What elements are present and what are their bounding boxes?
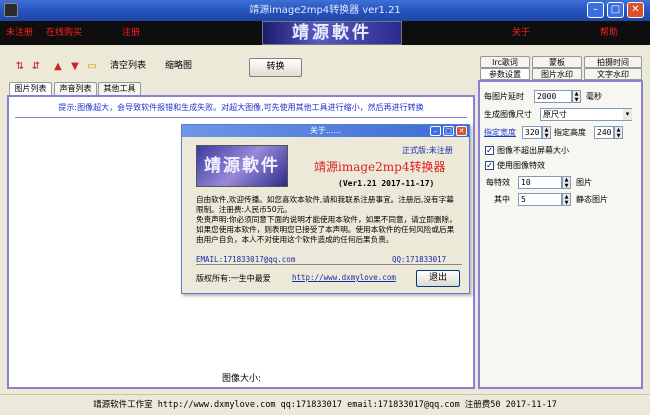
per-effect-spinner[interactable]: ▲ ▼ xyxy=(562,176,571,189)
maximize-button[interactable]: □ xyxy=(607,2,624,18)
among-spinner[interactable]: ▲ ▼ xyxy=(562,193,571,206)
delay-input[interactable]: 2000 xyxy=(534,90,572,103)
hint-text: 提示:图像超大，会导致软件报错和生成失败。对超大图像,可先使用其他工具进行缩小，… xyxy=(58,103,424,112)
status-text: 靖源软件工作室 http://www.dxmylove.com qq:17183… xyxy=(93,400,557,410)
app-name: 靖源image2mp4转换器 xyxy=(314,160,446,174)
among-label: 其中 xyxy=(494,195,510,204)
tab-image-list[interactable]: 图片列表 xyxy=(9,82,52,95)
settings-panel: 每图片延时 2000 ▲ ▼ 毫秒 生成图像尺寸 原尺寸 ▾ 指定宽度 320 ▲… xyxy=(478,80,643,389)
clear-list-button[interactable]: 清空列表 xyxy=(110,59,146,73)
status-bar: 靖源软件工作室 http://www.dxmylove.com qq:17183… xyxy=(0,394,650,414)
height-label: 指定高度 xyxy=(554,128,586,137)
convert-button[interactable]: 转换 xyxy=(249,58,302,77)
dialog-title-bar: 关于...... – □ ✕ xyxy=(182,125,469,137)
exit-button[interactable]: 退出 xyxy=(416,270,460,287)
version-status: 正式版:未注册 xyxy=(402,146,453,155)
brand-logo: 靖源軟件 xyxy=(262,21,402,45)
per-effect-input[interactable]: 10 xyxy=(518,176,562,189)
dialog-maximize-button[interactable]: □ xyxy=(443,126,454,136)
height-input[interactable]: 240 xyxy=(594,126,614,139)
about-link[interactable]: 关于 xyxy=(512,25,530,41)
per-effect-label: 每特效 xyxy=(486,178,510,187)
title-bar: 靖源image2mp4转换器 ver1.21 – □ ✕ xyxy=(0,0,650,21)
chevron-down-icon[interactable]: ▾ xyxy=(623,109,632,120)
folder-icon[interactable]: ▭ xyxy=(86,61,98,73)
among-input[interactable]: 5 xyxy=(518,193,562,206)
size-label: 生成图像尺寸 xyxy=(484,110,532,119)
copyright-text: 版权所有:一生中最爱 xyxy=(196,274,271,283)
height-spinner[interactable]: ▲ ▼ xyxy=(614,126,623,139)
delay-label: 每图片延时 xyxy=(484,92,524,101)
tab-other-tools[interactable]: 其他工具 xyxy=(98,82,141,95)
app-version: (Ver1.21 2017-11-17) xyxy=(338,179,435,188)
unregistered-label: 未注册 xyxy=(6,28,34,38)
width-spinner[interactable]: ▲ ▼ xyxy=(542,126,551,139)
dialog-logo: 靖源軟件 xyxy=(196,145,288,187)
buy-online-link[interactable]: 在线购买 xyxy=(46,25,82,41)
delay-spinner[interactable]: ▲ ▼ xyxy=(572,90,581,103)
no-exceed-checkbox[interactable]: ✓ xyxy=(485,146,494,155)
size-select[interactable]: 原尺寸 xyxy=(540,108,632,121)
tab-mask[interactable]: 蒙板 xyxy=(532,56,582,68)
delay-unit: 毫秒 xyxy=(586,92,602,101)
tab-parameters[interactable]: 参数设置 xyxy=(480,68,530,80)
dialog-body-text: 自由软件,欢迎传播。如您喜欢本软件,请和我联系注册事宜。注册后,没有字幕限制。注… xyxy=(196,195,457,244)
divider xyxy=(15,117,467,118)
among-unit: 静态图片 xyxy=(576,195,608,204)
image-size-label: 图像大小: xyxy=(222,374,262,384)
tab-text-watermark[interactable]: 文字水印 xyxy=(584,68,642,80)
dialog-title: 关于...... xyxy=(309,126,342,135)
width-label[interactable]: 指定宽度 xyxy=(484,126,516,140)
dialog-qq: QQ:171833017 xyxy=(392,255,447,264)
thumbnails-button[interactable]: 缩略图 xyxy=(165,59,192,73)
tab-shoot-time[interactable]: 拍摄时间 xyxy=(584,56,642,68)
tab-image-watermark[interactable]: 图片水印 xyxy=(532,68,582,80)
per-effect-unit: 图片 xyxy=(576,178,592,187)
about-dialog: 关于...... – □ ✕ 正式版:未注册 靖源軟件 靖源image2mp4转… xyxy=(181,124,470,294)
dialog-email: EMAIL:171833017@qq.com xyxy=(196,255,296,264)
width-input[interactable]: 320 xyxy=(522,126,542,139)
register-link[interactable]: 注册 xyxy=(122,25,140,41)
use-effects-label: 使用图像特效 xyxy=(497,161,545,170)
move-up-icon[interactable]: ▲ xyxy=(52,61,64,73)
help-link[interactable]: 帮助 xyxy=(600,25,618,41)
sort-up-icon[interactable]: ⇅ xyxy=(14,61,26,73)
dialog-divider xyxy=(196,264,462,265)
no-exceed-label: 图像不超出屏幕大小 xyxy=(497,146,569,155)
close-button[interactable]: ✕ xyxy=(627,2,644,18)
move-down-icon[interactable]: ▼ xyxy=(69,61,81,73)
tab-audio-list[interactable]: 声音列表 xyxy=(54,82,97,95)
window-title: 靖源image2mp4转换器 ver1.21 xyxy=(249,5,401,16)
website-link[interactable]: http://www.dxmylove.com xyxy=(292,273,396,282)
sort-down-icon[interactable]: ⇵ xyxy=(30,61,42,73)
use-effects-checkbox[interactable]: ✓ xyxy=(485,161,494,170)
dialog-minimize-button[interactable]: – xyxy=(430,126,441,136)
dialog-close-button[interactable]: ✕ xyxy=(456,126,467,136)
top-banner: 未注册 在线购买 注册 靖源軟件 关于 帮助 xyxy=(0,21,650,45)
tab-lrc-lyrics[interactable]: lrc歌词 xyxy=(480,56,530,68)
minimize-button[interactable]: – xyxy=(587,2,604,18)
